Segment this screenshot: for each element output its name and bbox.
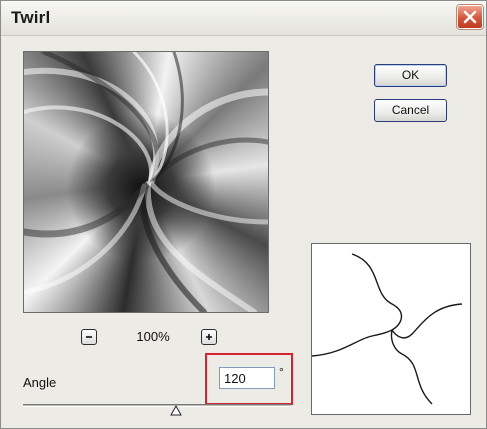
title-bar[interactable]: Twirl: [1, 1, 486, 36]
twirl-curves-icon: [312, 253, 463, 405]
zoom-level-label: 100%: [136, 329, 170, 344]
triangle-thumb-icon[interactable]: [170, 405, 182, 417]
zoom-out-button[interactable]: [81, 329, 97, 345]
dialog-title: Twirl: [11, 8, 51, 27]
cancel-button[interactable]: Cancel: [374, 99, 447, 122]
angle-slider-track[interactable]: [23, 404, 291, 407]
twirl-dialog: Twirl 100% Angle 120 ° OK Cancel: [0, 0, 487, 429]
close-button[interactable]: [457, 5, 483, 29]
plus-icon: [206, 334, 212, 340]
filter-preview-image[interactable]: [23, 51, 269, 313]
degree-symbol: °: [279, 365, 284, 379]
ok-button[interactable]: OK: [374, 64, 447, 87]
minus-icon: [86, 336, 92, 338]
angle-label: Angle: [23, 375, 57, 390]
twirl-preview-swirl: [24, 52, 268, 312]
zoom-in-button[interactable]: [201, 329, 217, 345]
angle-input[interactable]: [219, 367, 275, 389]
twirl-shape-preview: [311, 243, 471, 415]
close-icon: [463, 10, 477, 24]
